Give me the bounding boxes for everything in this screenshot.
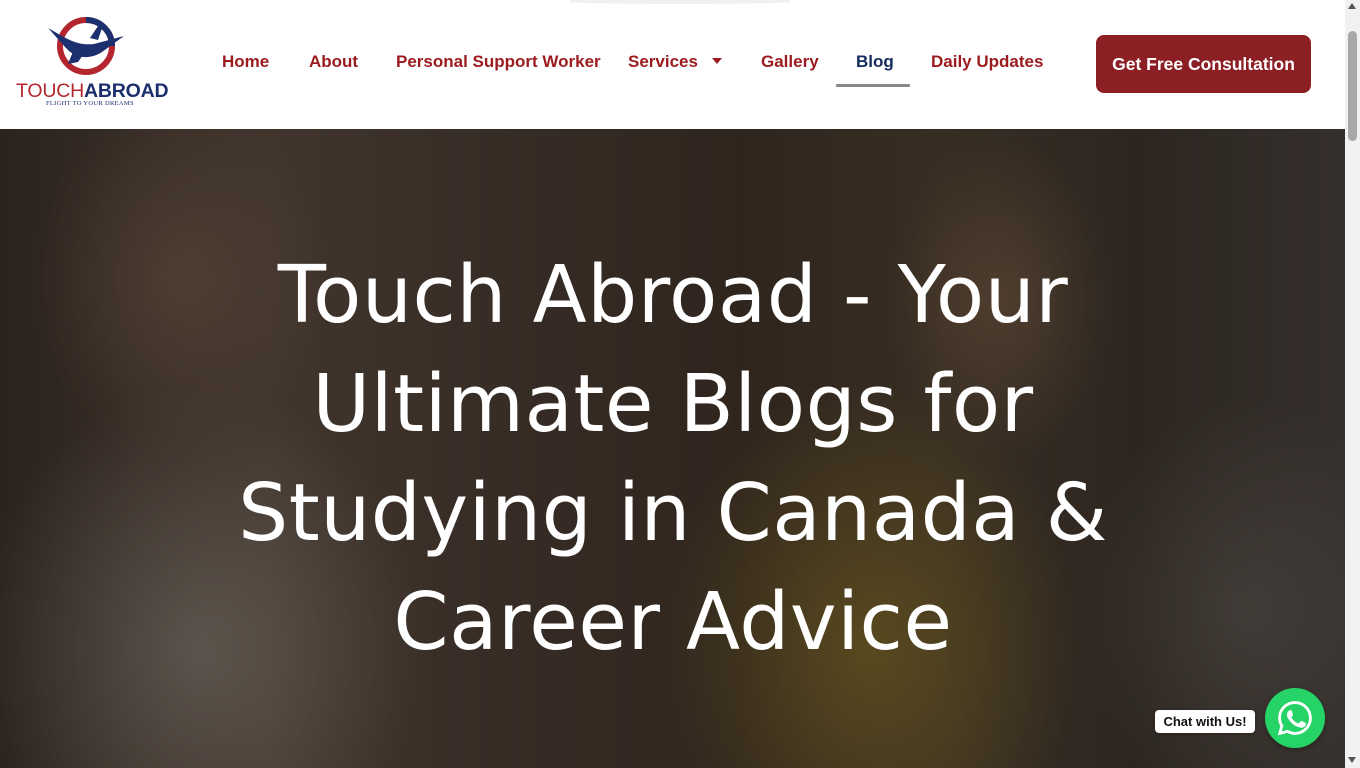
nav-item-gallery[interactable]: Gallery xyxy=(761,52,819,72)
scroll-up-arrow-icon[interactable] xyxy=(1348,3,1356,9)
site-header: TOUCHABROAD FLIGHT TO YOUR DREAMS Home A… xyxy=(0,0,1345,129)
logo-tagline: FLIGHT TO YOUR DREAMS xyxy=(46,100,134,107)
whatsapp-chat-button[interactable] xyxy=(1265,688,1325,748)
get-free-consultation-button[interactable]: Get Free Consultation xyxy=(1096,35,1311,93)
nav-item-about[interactable]: About xyxy=(309,52,358,72)
site-logo[interactable]: TOUCHABROAD FLIGHT TO YOUR DREAMS xyxy=(14,16,169,110)
nav-item-blog[interactable]: Blog xyxy=(856,52,894,72)
chat-with-us-label[interactable]: Chat with Us! xyxy=(1155,710,1255,733)
scrollbar-thumb[interactable] xyxy=(1348,31,1357,141)
header-top-shadow xyxy=(570,0,790,4)
nav-active-indicator xyxy=(836,84,910,87)
caret-down-icon xyxy=(711,58,722,64)
nav-item-daily-updates[interactable]: Daily Updates xyxy=(931,52,1043,72)
hero-title: Touch Abroad - Your Ultimate Blogs for S… xyxy=(238,249,1108,668)
hero-section: Touch Abroad - Your Ultimate Blogs for S… xyxy=(0,129,1345,768)
nav-item-services-label: Services xyxy=(628,52,698,71)
nav-item-home[interactable]: Home xyxy=(222,52,269,72)
nav-item-personal-support-worker[interactable]: Personal Support Worker xyxy=(396,52,601,72)
whatsapp-icon xyxy=(1277,701,1312,736)
logo-plane-icon xyxy=(48,17,124,75)
page-scrollbar[interactable] xyxy=(1345,0,1360,768)
scroll-down-arrow-icon[interactable] xyxy=(1348,757,1356,763)
nav-item-services[interactable]: Services xyxy=(628,52,722,72)
